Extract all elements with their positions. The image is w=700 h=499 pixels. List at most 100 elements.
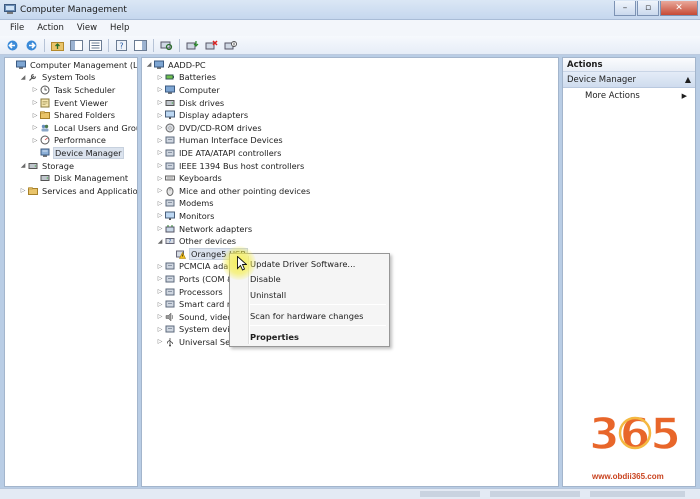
collapse-arrow-icon[interactable]: ◢ (19, 162, 27, 169)
collapse-arrow-icon[interactable]: ◢ (19, 74, 27, 81)
title-bar[interactable]: Computer Management – ▫ ✕ (0, 0, 700, 20)
list-view-icon (89, 39, 102, 51)
device-tree-item-row[interactable]: ▷ Disk drives (156, 96, 225, 109)
forward-arrow-icon (26, 40, 37, 50)
update-driver-button[interactable] (184, 38, 201, 53)
device-tree-item-label: Processors (179, 286, 223, 297)
device-tree-item-row[interactable]: ◢ AADD-PC (145, 59, 207, 72)
expand-arrow-icon[interactable]: ▷ (31, 124, 39, 131)
expand-arrow-icon[interactable]: ▷ (156, 225, 164, 232)
console-tree-pane[interactable]: Computer Management (Local◢System Tools▷… (4, 57, 138, 487)
maximize-icon[interactable]: ▫ (637, 1, 659, 16)
update-driver-icon (186, 40, 199, 49)
close-icon[interactable]: ✕ (660, 1, 698, 16)
help-button[interactable]: ? (113, 38, 130, 53)
context-scan-hardware[interactable]: Scan for hardware changes (250, 311, 363, 321)
expand-arrow-icon[interactable]: ▷ (156, 112, 164, 119)
expand-arrow-icon[interactable]: ▷ (156, 99, 164, 106)
console-tree-item-row[interactable]: ▷ Performance (31, 134, 107, 147)
hid-icon (165, 136, 175, 144)
show-hide-console-tree-button[interactable] (68, 38, 85, 53)
expand-arrow-icon[interactable]: ▷ (156, 86, 164, 93)
console-tree-item-label: Computer Management (Local (30, 59, 138, 70)
expand-arrow-icon[interactable]: ▷ (156, 124, 164, 131)
network-icon (165, 224, 175, 233)
expand-arrow-icon[interactable]: ▷ (156, 338, 164, 345)
console-tree-item-row[interactable]: ◢ Storage (19, 159, 75, 172)
sound-icon (165, 312, 174, 322)
expand-arrow-icon[interactable]: ▷ (156, 263, 164, 270)
device-tree-item-row[interactable]: ▷ Network adapters (156, 222, 253, 235)
uninstall-button[interactable] (203, 38, 220, 53)
console-tree-item-row[interactable]: ◢ System Tools (19, 71, 96, 84)
device-tree-item-label: Monitors (179, 210, 215, 221)
device-tree-item-row[interactable]: ▷ Monitors (156, 210, 215, 223)
expand-arrow-icon[interactable]: ▷ (156, 200, 164, 207)
menu-file[interactable]: File (4, 23, 31, 33)
expand-arrow-icon[interactable]: ▷ (19, 187, 27, 194)
console-tree-item-row[interactable]: Device Manager (31, 146, 124, 160)
minimize-icon[interactable]: – (614, 1, 636, 16)
device-tree-item-row[interactable]: ◢? Other devices (156, 235, 237, 248)
back-button[interactable] (4, 38, 21, 53)
expand-arrow-icon[interactable]: ▷ (156, 326, 164, 333)
menu-action[interactable]: Action (31, 23, 71, 33)
expand-arrow-icon[interactable]: ▷ (156, 301, 164, 308)
context-uninstall[interactable]: Uninstall (250, 290, 286, 300)
console-tree-item-row[interactable]: ▷ Services and Applications (19, 185, 137, 198)
expand-arrow-icon[interactable]: ▷ (31, 112, 39, 119)
expand-arrow-icon[interactable]: ▷ (156, 149, 164, 156)
console-tree-item-label: Shared Folders (54, 110, 115, 121)
context-update-driver[interactable]: Update Driver Software... (250, 259, 355, 269)
console-tree-item-row[interactable]: ▷ Shared Folders (31, 109, 116, 122)
device-tree-item-row[interactable]: ▷ Display adapters (156, 109, 249, 122)
forward-button[interactable] (23, 38, 40, 53)
expand-arrow-icon[interactable]: ▷ (31, 99, 39, 106)
device-tree-item-row[interactable]: ▷ Computer (156, 84, 221, 97)
actions-section-device-manager[interactable]: Device Manager ▲ (563, 72, 695, 88)
expand-arrow-icon[interactable]: ▷ (156, 175, 164, 182)
expand-arrow-icon[interactable]: ▷ (31, 86, 39, 93)
disable-icon (224, 40, 237, 49)
console-tree-item-row[interactable]: ▷ Task Scheduler (31, 84, 116, 97)
expand-arrow-icon[interactable]: ▷ (156, 212, 164, 219)
expand-arrow-icon[interactable]: ▷ (156, 288, 164, 295)
mouse-pointer-icon (237, 256, 247, 271)
context-disable[interactable]: Disable (250, 274, 281, 284)
collapse-arrow-icon[interactable]: ◢ (145, 61, 153, 68)
console-tree-item-row[interactable]: ▷ Local Users and Groups (31, 122, 137, 135)
expand-arrow-icon[interactable]: ▷ (156, 313, 164, 320)
device-tree-item-row[interactable]: ▷ DVD/CD-ROM drives (156, 122, 263, 135)
console-tree-item-row[interactable]: Computer Management (Local (7, 59, 138, 72)
context-properties[interactable]: Properties (250, 332, 299, 342)
expand-arrow-icon[interactable]: ▷ (156, 275, 164, 282)
disable-button[interactable] (222, 38, 239, 53)
menu-help[interactable]: Help (104, 23, 136, 33)
device-tree-item-row[interactable]: ▷ IEEE 1394 Bus host controllers (156, 159, 305, 172)
collapse-arrow-icon[interactable]: ◢ (156, 238, 164, 245)
expand-arrow-icon[interactable]: ▷ (156, 187, 164, 194)
scan-hardware-button[interactable] (158, 38, 175, 53)
properties-pane-button[interactable] (87, 38, 104, 53)
device-tree-item-row[interactable]: ▷ Batteries (156, 71, 217, 84)
device-tree-item-row[interactable]: ▷ Modems (156, 197, 215, 210)
up-level-button[interactable] (49, 38, 66, 53)
collapse-up-icon[interactable]: ▲ (685, 72, 691, 88)
console-tree-item-row[interactable]: Disk Management (31, 172, 129, 185)
more-actions-item[interactable]: More Actions ▶ (563, 88, 695, 104)
device-tree-item-row[interactable]: ▷ Processors (156, 285, 224, 298)
show-action-pane-button[interactable] (132, 38, 149, 53)
device-tree-item-row[interactable]: ▷ IDE ATA/ATAPI controllers (156, 147, 282, 160)
port-icon (165, 275, 175, 283)
menu-view[interactable]: View (71, 23, 104, 33)
device-tree-item-row[interactable]: ▷ Mice and other pointing devices (156, 185, 311, 198)
expand-arrow-icon[interactable]: ▷ (156, 74, 164, 81)
expand-arrow-icon[interactable]: ▷ (156, 162, 164, 169)
device-tree-item-row[interactable]: ▷ Keyboards (156, 172, 223, 185)
device-tree-item-row[interactable]: ▷ Human Interface Devices (156, 134, 284, 147)
console-tree-item-row[interactable]: ▷ Event Viewer (31, 96, 109, 109)
expand-arrow-icon[interactable]: ▷ (156, 137, 164, 144)
expand-arrow-icon[interactable]: ▷ (31, 137, 39, 144)
submenu-arrow-icon: ▶ (681, 92, 687, 100)
computer-management-icon (16, 60, 26, 69)
